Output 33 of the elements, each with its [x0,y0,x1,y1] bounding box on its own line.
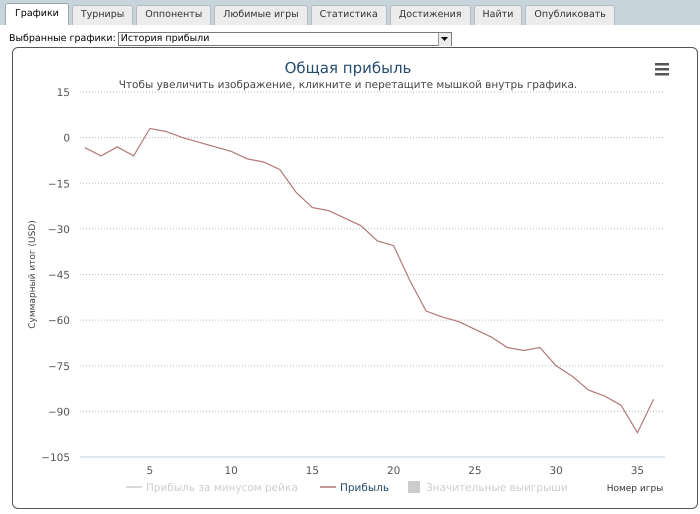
menu-icon[interactable] [655,63,669,76]
legend-label: Прибыль [340,482,390,494]
x-tick-label: 30 [549,465,563,477]
tab[interactable]: Опубликовать [525,5,615,25]
x-tick-label: 10 [224,465,238,477]
x-tick-label: 15 [306,465,320,477]
x-tick-label: 20 [386,465,400,477]
y-tick-label: −45 [48,270,70,282]
chart-subtitle: Чтобы увеличить изображение, кликните и перетащите мышкой внутрь графика. [118,79,578,91]
chart-selector-label: Выбранные графики: [9,32,116,46]
tab[interactable]: Оппоненты [136,5,212,25]
tab[interactable]: Найти [474,5,522,25]
tab[interactable]: Статистика [310,5,387,25]
tab[interactable]: Турниры [72,5,134,25]
tab[interactable]: Достижения [390,5,471,25]
y-tick-label: −105 [41,452,70,464]
x-tick-label: 5 [146,465,154,477]
tab[interactable]: Графики [5,3,69,25]
y-tick-label: −30 [48,224,70,236]
x-axis-title: Номер игры [606,484,664,494]
y-tick-label: −75 [48,360,70,373]
legend-item[interactable]: Прибыль [320,482,390,494]
y-tick-label: −60 [48,315,70,328]
y-tick-label: 15 [56,87,70,99]
tab[interactable]: Любимые игры [214,5,308,25]
y-tick-label: 0 [63,132,70,145]
y-tick-label: −90 [48,406,70,418]
x-tick-label: 35 [630,465,644,477]
y-axis-title: Суммарный итог (USD) [28,220,38,329]
y-tick-label: −15 [48,178,70,190]
chart-select[interactable]: История прибыли [118,32,452,46]
x-tick-label: 25 [468,465,482,477]
chart-title: Общая прибыль [284,59,412,77]
